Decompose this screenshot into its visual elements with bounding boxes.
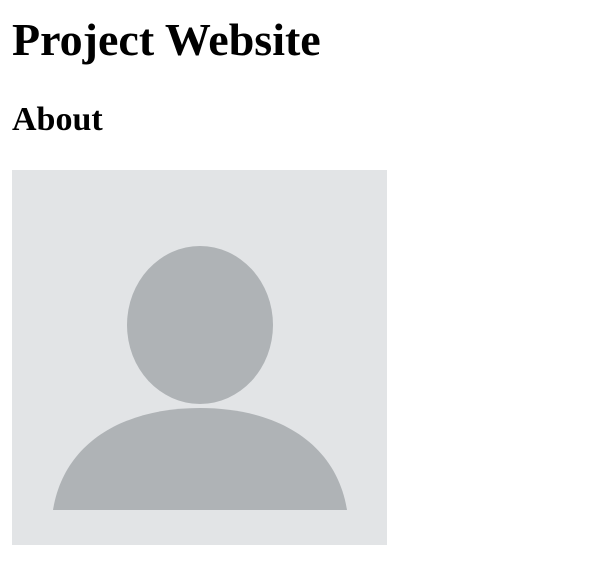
about-heading: About <box>12 101 103 138</box>
page-title: Project Website <box>12 14 321 65</box>
avatar-head <box>127 246 273 404</box>
default-user-avatar-icon <box>12 170 387 545</box>
avatar <box>12 170 387 545</box>
